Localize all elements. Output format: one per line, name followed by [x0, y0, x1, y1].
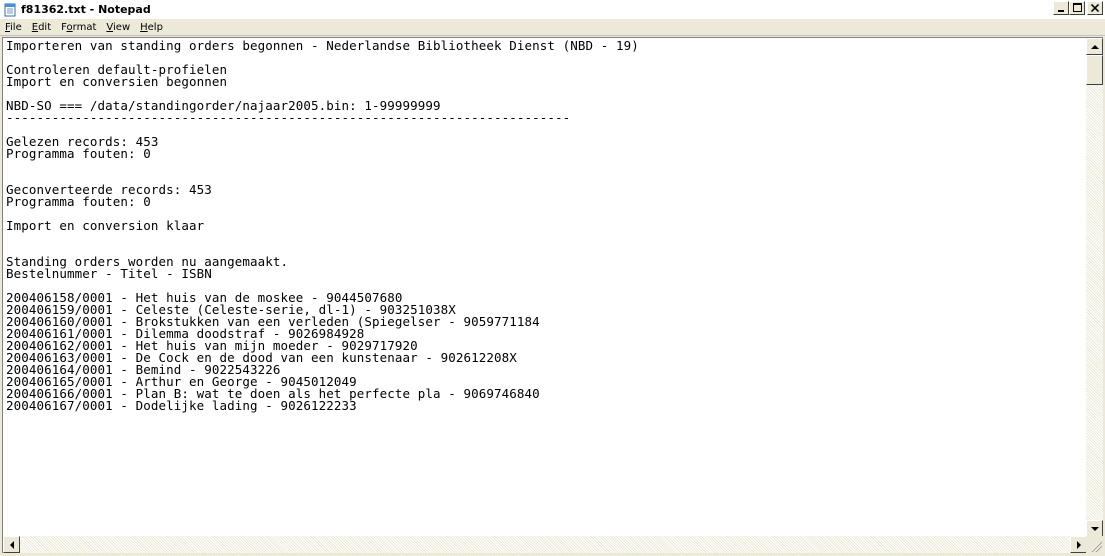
menu-bar: File Edit Format View Help [0, 19, 1105, 36]
maximize-icon [1072, 2, 1082, 15]
text-line: Importeren van standing orders begonnen … [6, 38, 639, 53]
scroll-up-button[interactable] [1086, 38, 1103, 55]
resize-grip[interactable] [1086, 536, 1103, 553]
text-line: Programma fouten: 0 [6, 146, 151, 161]
notepad-window: f81362.txt - Notepad File Edit Format Vi… [0, 0, 1105, 555]
menu-help[interactable]: Help [135, 20, 168, 35]
menu-help-accelerator: H [140, 21, 148, 33]
menu-help-label: elp [147, 21, 163, 33]
text-line: Programma fouten: 0 [6, 194, 151, 209]
scroll-right-button[interactable] [1070, 536, 1087, 553]
scroll-up-arrow-icon [1090, 44, 1099, 49]
close-icon [1090, 2, 1100, 15]
menu-view[interactable]: View [101, 20, 135, 35]
notepad-icon[interactable] [3, 3, 17, 17]
horizontal-scrollbar[interactable] [3, 536, 1087, 553]
maximize-button[interactable] [1069, 1, 1085, 15]
title-bar[interactable]: f81362.txt - Notepad [0, 0, 1105, 19]
minimize-icon [1057, 2, 1065, 15]
text-line: Bestelnummer - Titel - ISBN [6, 266, 212, 281]
vertical-scrollbar[interactable] [1086, 38, 1103, 537]
scroll-left-arrow-icon [9, 540, 14, 549]
menu-edit[interactable]: Edit [27, 20, 56, 35]
minimize-button[interactable] [1053, 1, 1069, 15]
text-editor[interactable]: Importeren van standing orders begonnen … [3, 38, 1087, 537]
menu-file-label: ile [10, 21, 22, 33]
text-line: ----------------------------------------… [6, 110, 571, 125]
editor-frame: Importeren van standing orders begonnen … [2, 37, 1103, 553]
menu-view-label: iew [113, 21, 131, 33]
document-text: Importeren van standing orders begonnen … [6, 38, 1087, 413]
menu-file[interactable]: File [0, 20, 27, 35]
text-line: 200406167/0001 - Dodelijke lading - 9026… [6, 398, 357, 413]
menu-format[interactable]: Format [56, 20, 101, 35]
scroll-down-button[interactable] [1086, 520, 1103, 537]
caption-buttons [1053, 1, 1103, 15]
close-button[interactable] [1087, 1, 1103, 15]
menu-edit-label: dit [38, 21, 52, 33]
text-line: Import en conversien begonnen [6, 74, 228, 89]
text-line: Import en conversion klaar [6, 218, 205, 233]
window-title: f81362.txt - Notepad [21, 3, 151, 16]
scroll-down-arrow-icon [1090, 526, 1099, 531]
scroll-right-arrow-icon [1076, 540, 1081, 549]
scroll-left-button[interactable] [3, 536, 20, 553]
menu-format-label: rmat [72, 21, 97, 33]
vertical-scroll-thumb[interactable] [1086, 55, 1103, 85]
